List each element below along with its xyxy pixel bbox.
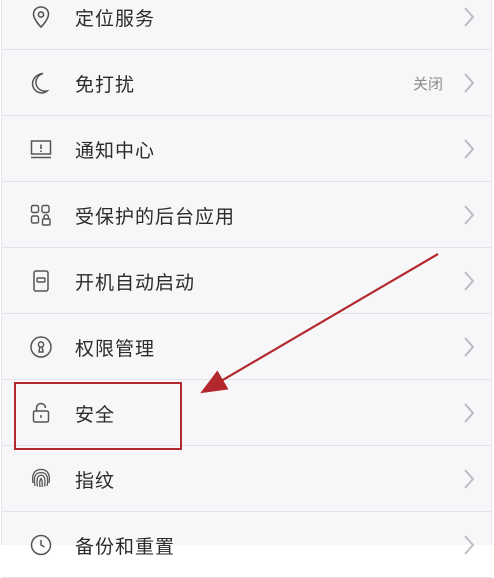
- protected-apps-icon: [28, 202, 54, 228]
- chevron-right-icon: [461, 402, 477, 424]
- backup-reset-icon: [28, 532, 54, 558]
- chevron-right-icon: [461, 270, 477, 292]
- chevron-right-icon: [461, 72, 477, 94]
- settings-item-label: 通知中心: [75, 139, 156, 162]
- location-pin-icon: [28, 4, 54, 30]
- settings-item-label: 定位服务: [75, 7, 156, 30]
- settings-item-label: 受保护的后台应用: [75, 205, 236, 228]
- settings-item-do-not-disturb[interactable]: 免打扰 关闭: [2, 50, 491, 116]
- settings-item-label: 开机自动启动: [75, 271, 196, 294]
- chevron-right-icon: [461, 336, 477, 358]
- settings-screen: 定位服务 免打扰 关闭 通知中心 受保护的后台应用 开机自动启动 权限管理 安全…: [1, 0, 492, 578]
- settings-item-notification-center[interactable]: 通知中心: [2, 116, 491, 182]
- settings-item-location[interactable]: 定位服务: [2, 0, 491, 50]
- settings-item-value: 关闭: [412, 74, 443, 93]
- settings-item-label: 指纹: [75, 469, 116, 492]
- moon-icon: [28, 70, 54, 96]
- settings-item-label: 备份和重置: [75, 535, 176, 558]
- annotation-highlight-box: [14, 382, 182, 450]
- settings-item-permissions[interactable]: 权限管理: [2, 314, 491, 380]
- autostart-switch-icon: [28, 268, 54, 294]
- chevron-right-icon: [461, 468, 477, 490]
- settings-item-fingerprint[interactable]: 指纹: [2, 446, 491, 512]
- notification-tray-icon: [28, 136, 54, 162]
- settings-item-autostart[interactable]: 开机自动启动: [2, 248, 491, 314]
- fingerprint-icon: [28, 466, 54, 492]
- settings-item-label: 权限管理: [75, 337, 156, 360]
- chevron-right-icon: [461, 534, 477, 556]
- settings-list: 定位服务 免打扰 关闭 通知中心 受保护的后台应用 开机自动启动 权限管理 安全…: [2, 0, 491, 578]
- chevron-right-icon: [461, 6, 477, 28]
- keyhole-icon: [28, 334, 54, 360]
- chevron-right-icon: [461, 204, 477, 226]
- chevron-right-icon: [461, 138, 477, 160]
- settings-item-label: 免打扰: [75, 73, 136, 96]
- settings-item-protected-apps[interactable]: 受保护的后台应用: [2, 182, 491, 248]
- settings-item-backup-reset[interactable]: 备份和重置: [2, 512, 491, 578]
